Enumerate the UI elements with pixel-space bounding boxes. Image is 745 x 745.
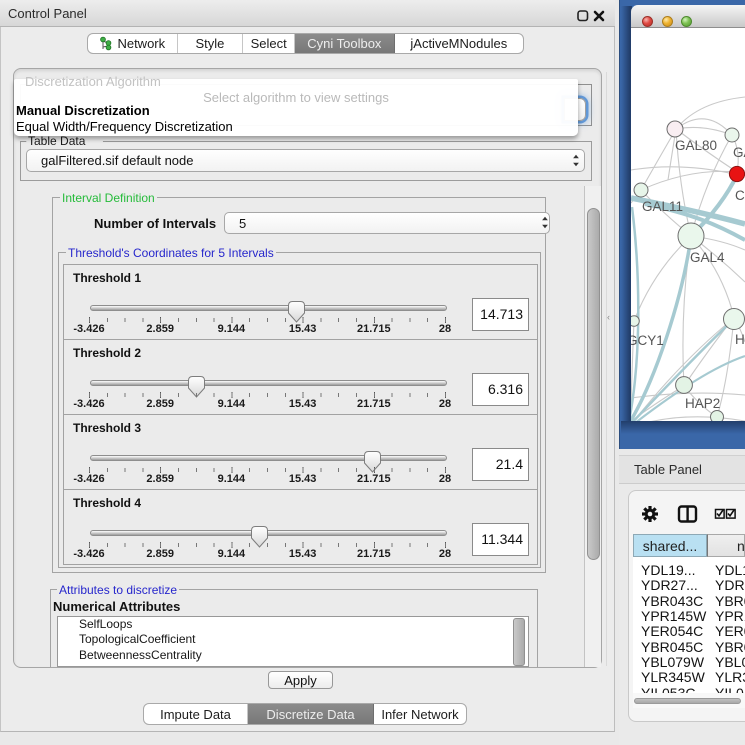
svg-text:H: H	[735, 332, 745, 347]
svg-text:GAL4: GAL4	[690, 250, 725, 265]
svg-text:GA: GA	[733, 145, 745, 160]
svg-text:GAL11: GAL11	[642, 199, 683, 214]
svg-text:GCY1: GCY1	[631, 333, 664, 348]
svg-text:HAP2: HAP2	[685, 396, 720, 411]
svg-text:C: C	[735, 188, 745, 203]
svg-text:GAL80: GAL80	[675, 138, 717, 153]
